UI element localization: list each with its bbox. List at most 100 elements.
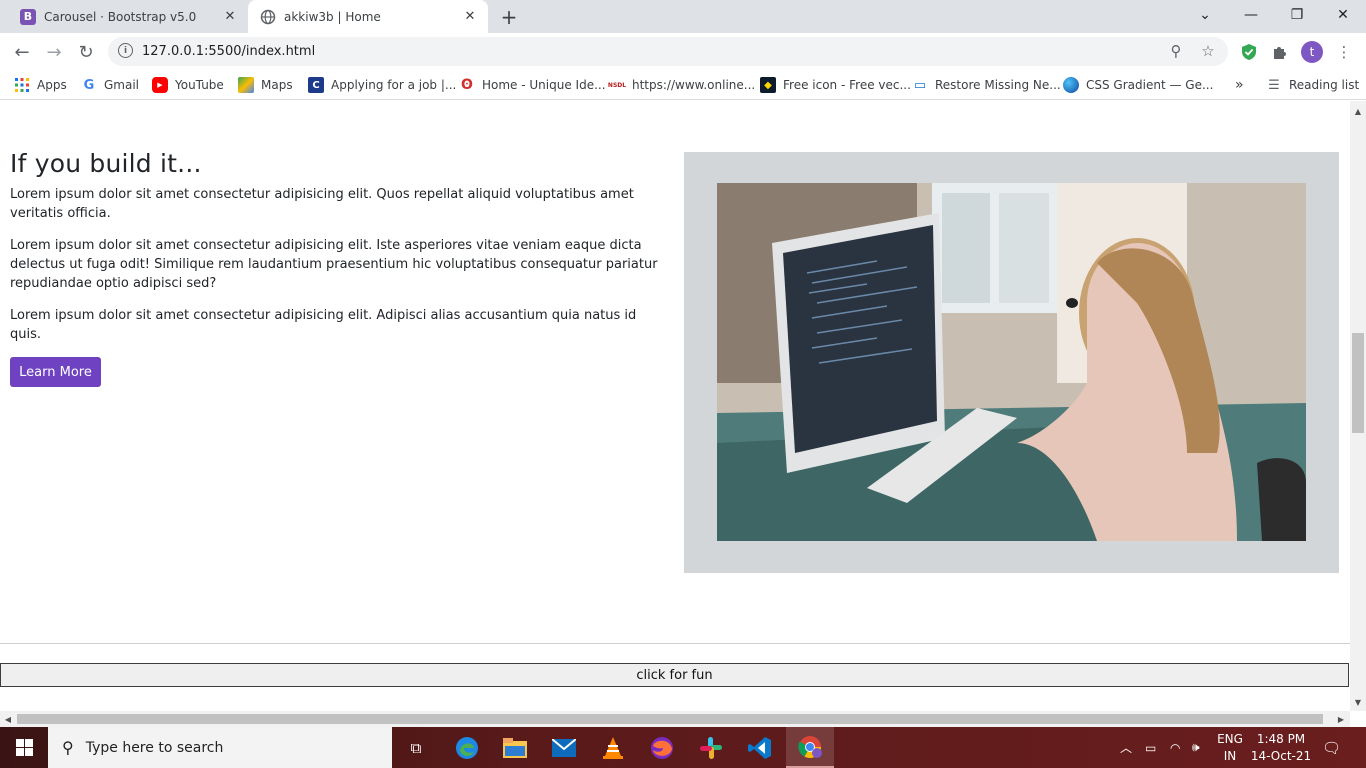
bookmarks-bar: Apps G Gmail ▶ YouTube Maps C Applying f… [0, 70, 1366, 100]
system-clock[interactable]: 1:48 PM 14-Oct-21 [1250, 731, 1312, 765]
maps-pin-icon [238, 77, 254, 93]
scroll-right-arrow-icon[interactable]: ▶ [1333, 711, 1349, 727]
region-code: IN [1223, 749, 1237, 763]
site-info-icon[interactable]: i [118, 43, 133, 58]
c-logo-icon: C [308, 77, 324, 93]
reading-list-label: Reading list [1289, 78, 1360, 92]
google-g-icon: G [83, 77, 95, 93]
reload-icon[interactable]: ↻ [72, 38, 100, 66]
menu-kebab-icon[interactable]: ⋮ [1333, 41, 1355, 63]
paragraph-3: Lorem ipsum dolor sit amet consectetur a… [10, 308, 637, 342]
learn-more-button[interactable]: Learn More [10, 357, 101, 387]
forward-arrow-icon[interactable]: → [40, 38, 68, 66]
bookmark-online[interactable]: NSDL https://www.online... [607, 76, 756, 94]
firefox-icon[interactable] [638, 727, 686, 768]
bookmark-label: CSS Gradient — Ge... [1086, 78, 1214, 92]
bookmark-css-gradient[interactable]: CSS Gradient — Ge... [1063, 76, 1213, 94]
edge-icon[interactable] [443, 727, 491, 768]
bookmark-apps[interactable]: Apps [14, 76, 67, 94]
search-placeholder: Type here to search [85, 739, 224, 756]
scroll-down-arrow-icon[interactable]: ▼ [1350, 694, 1366, 710]
page-heading: If you build it... [10, 149, 202, 178]
vertical-scroll-thumb[interactable] [1352, 333, 1364, 433]
paragraph-2: Lorem ipsum dolor sit amet consectetur a… [10, 238, 658, 291]
tab-title: Carousel · Bootstrap v5.0 [44, 9, 197, 24]
mail-icon[interactable] [540, 727, 588, 768]
extensions-puzzle-icon[interactable] [1269, 41, 1291, 63]
search-icon: ⚲ [62, 738, 74, 757]
wifi-icon[interactable]: ◠ [1170, 727, 1180, 768]
globe-favicon-icon [260, 9, 276, 25]
bookmark-label: https://www.online... [632, 78, 756, 92]
battery-icon[interactable]: ▭ [1145, 727, 1156, 768]
tab-search-icon[interactable]: ⌄ [1182, 0, 1228, 30]
bookmark-star-icon[interactable]: ☆ [1198, 41, 1218, 61]
browser-toolbar: ← → ↻ i 127.0.0.1:5500/index.html ⚲ ☆ t … [0, 33, 1366, 70]
gradient-globe-icon [1063, 77, 1079, 93]
nsdl-logo-icon: NSDL [607, 81, 627, 89]
scroll-up-arrow-icon[interactable]: ▲ [1350, 103, 1366, 119]
bookmark-label: Restore Missing Ne... [935, 78, 1061, 92]
zoom-search-icon[interactable]: ⚲ [1166, 41, 1186, 61]
overflow-chevron-icon: » [1235, 77, 1244, 93]
new-tab-button[interactable]: + [497, 5, 521, 29]
tab-title: akkiw3b | Home [284, 9, 381, 24]
file-explorer-icon[interactable] [491, 727, 539, 768]
apps-grid-icon [14, 77, 30, 93]
language-indicator[interactable]: ENG IN [1213, 731, 1247, 765]
bookmark-label: Maps [261, 78, 293, 92]
volume-icon[interactable]: 🕪 [1192, 727, 1200, 768]
vlc-icon[interactable] [589, 727, 637, 768]
profile-avatar[interactable]: t [1301, 41, 1323, 63]
clock-date: 14-Oct-21 [1250, 749, 1312, 763]
bookmark-free-icon[interactable]: ◆ Free icon - Free vec... [760, 76, 911, 94]
bookmark-label: Gmail [104, 78, 140, 92]
bookmark-overflow-button[interactable]: » [1235, 76, 1244, 94]
hero-photo [717, 183, 1306, 541]
minimize-button[interactable]: — [1228, 0, 1274, 30]
bookmark-gmail[interactable]: G Gmail [81, 76, 139, 94]
taskbar-search[interactable]: ⚲ Type here to search [48, 727, 392, 768]
slack-icon[interactable] [687, 727, 735, 768]
task-view-icon[interactable]: ⧉ [392, 727, 440, 768]
tab-carousel[interactable]: B Carousel · Bootstrap v5.0 ✕ [8, 0, 248, 33]
reading-list-button[interactable]: ☰ Reading list [1266, 76, 1359, 94]
page-viewport: If you build it... Lorem ipsum dolor sit… [0, 101, 1350, 711]
address-bar[interactable]: i 127.0.0.1:5500/index.html ⚲ ☆ [108, 37, 1228, 66]
close-window-button[interactable]: ✕ [1320, 0, 1366, 30]
horizontal-scroll-thumb[interactable] [17, 714, 1323, 724]
bookmark-applying-job[interactable]: C Applying for a job |... [308, 76, 456, 94]
bookmark-label: Applying for a job |... [331, 78, 457, 92]
bookmark-maps[interactable]: Maps [238, 76, 293, 94]
back-arrow-icon[interactable]: ← [8, 38, 36, 66]
monitor-icon: ▭ [913, 77, 927, 93]
shield-extension-icon[interactable] [1238, 41, 1260, 63]
vscode-icon[interactable] [736, 727, 784, 768]
clock-time: 1:48 PM [1256, 732, 1306, 746]
scroll-left-arrow-icon[interactable]: ◀ [0, 711, 16, 727]
tab-home[interactable]: akkiw3b | Home ✕ [248, 0, 488, 33]
language-code: ENG [1217, 732, 1243, 746]
bookmark-unique-ideas[interactable]: ʘ Home - Unique Ide... [459, 76, 605, 94]
close-tab-icon[interactable]: ✕ [218, 5, 242, 29]
bookmark-label: YouTube [175, 78, 224, 92]
bookmark-restore-missing[interactable]: ▭ Restore Missing Ne... [912, 76, 1061, 94]
tray-expand-icon[interactable]: ︿ [1120, 727, 1132, 768]
start-button[interactable] [0, 727, 48, 768]
fingerprint-icon: ʘ [461, 77, 473, 93]
restore-button[interactable]: ❐ [1274, 0, 1320, 30]
bootstrap-favicon-icon: B [20, 8, 36, 25]
windows-taskbar: ⚲ Type here to search ⧉ ︿ ▭ ◠ 🕪 ENG IN 1… [0, 727, 1366, 768]
bookmark-label: Apps [37, 78, 67, 92]
flaticon-icon: ◆ [760, 77, 776, 93]
tab-strip: B Carousel · Bootstrap v5.0 ✕ akkiw3b | … [0, 0, 1366, 33]
close-tab-icon[interactable]: ✕ [458, 5, 482, 29]
notification-icon[interactable]: 🗨 [1322, 727, 1341, 768]
click-for-fun-button[interactable]: click for fun [0, 663, 1349, 687]
url-text[interactable]: 127.0.0.1:5500/index.html [142, 44, 315, 59]
paragraph-1: Lorem ipsum dolor sit amet consectetur a… [10, 187, 634, 221]
chrome-icon[interactable] [786, 727, 834, 768]
bookmark-label: Free icon - Free vec... [783, 78, 911, 92]
windows-logo-icon [15, 739, 33, 756]
bookmark-youtube[interactable]: ▶ YouTube [152, 76, 224, 94]
